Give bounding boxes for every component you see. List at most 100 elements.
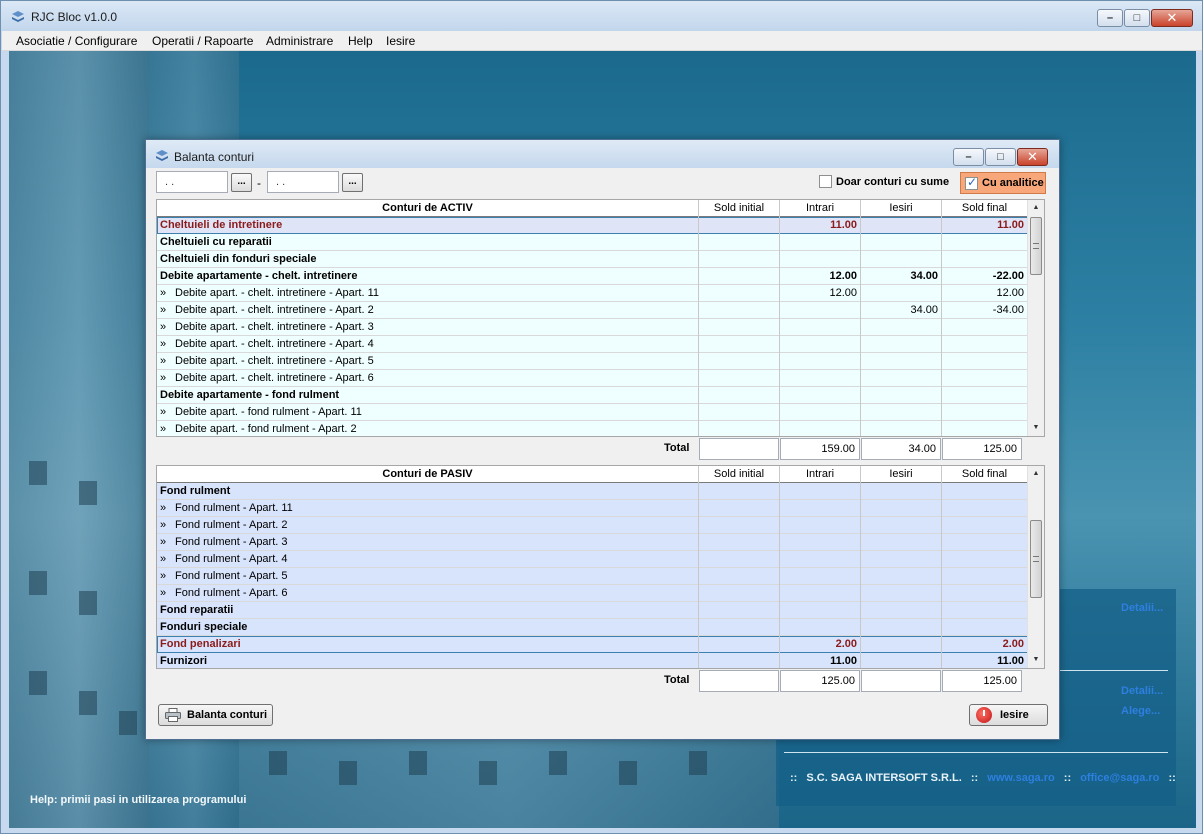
account-name-cell: » Fond rulment - Apart. 4 xyxy=(157,551,699,568)
account-name-cell: » Fond rulment - Apart. 6 xyxy=(157,585,699,602)
sold-initial-cell xyxy=(699,517,780,534)
table-row[interactable]: » Fond rulment - Apart. 2 xyxy=(157,517,1028,534)
close-button[interactable]: ✕ xyxy=(1151,9,1193,27)
table-row[interactable]: » Debite apart. - chelt. intretinere - Ap… xyxy=(157,353,1028,370)
dialog-close-button[interactable]: ✕ xyxy=(1017,148,1048,166)
table-row[interactable]: » Fond rulment - Apart. 3 xyxy=(157,534,1028,551)
activ-scrollbar[interactable]: ▲ ▼ xyxy=(1027,200,1044,436)
intrari-cell: 11.00 xyxy=(780,653,861,668)
account-name-cell: Cheltuieli din fonduri speciale xyxy=(157,251,699,268)
table-row[interactable]: Fonduri speciale xyxy=(157,619,1028,636)
table-row[interactable]: » Debite apart. - chelt. intretinere - Ap… xyxy=(157,319,1028,336)
table-row[interactable]: » Debite apart. - chelt. intretinere - Ap… xyxy=(157,285,1028,302)
close-icon: ✕ xyxy=(1027,149,1038,164)
menu-help[interactable]: Help xyxy=(348,34,373,48)
account-name: Fond rulment - Apart. 4 xyxy=(175,553,288,565)
menu-administrare[interactable]: Administrare xyxy=(266,34,333,48)
intrari-cell xyxy=(780,602,861,619)
date-from-picker-button[interactable]: ... xyxy=(231,173,252,192)
print-balanta-button[interactable]: Balanta conturi xyxy=(158,704,273,726)
sold-initial-cell xyxy=(699,421,780,436)
table-row[interactable]: » Debite apart. - fond rulment - Apart. 2 xyxy=(157,421,1028,436)
column-header[interactable]: Intrari xyxy=(780,466,861,483)
table-row[interactable]: » Debite apart. - fond rulment - Apart. 1… xyxy=(157,404,1028,421)
sold-final-cell: -34.00 xyxy=(942,302,1028,319)
pasiv-scrollbar[interactable]: ▲ ▼ xyxy=(1027,466,1044,668)
sold-final-cell xyxy=(942,602,1028,619)
table-row[interactable]: Debite apartamente - fond rulment xyxy=(157,387,1028,404)
column-header[interactable]: Iesiri xyxy=(861,466,942,483)
amount: 12.00 xyxy=(996,287,1024,299)
checkbox-box[interactable]: ✓ xyxy=(965,175,978,190)
iesiri-cell xyxy=(861,217,942,234)
child-marker-icon: » xyxy=(160,355,167,367)
menu-asociatie[interactable]: Asociatie / Configurare xyxy=(16,34,137,48)
iesiri-cell xyxy=(861,534,942,551)
close-icon: ✕ xyxy=(1166,10,1178,25)
sold-final-cell xyxy=(942,336,1028,353)
table-row[interactable]: » Fond rulment - Apart. 4 xyxy=(157,551,1028,568)
date-to-field[interactable]: . . xyxy=(267,171,339,193)
maximize-button[interactable]: □ xyxy=(1124,9,1150,27)
column-header[interactable]: Sold initial xyxy=(699,466,780,483)
iesiri-cell xyxy=(861,285,942,302)
table-row[interactable]: Debite apartamente - chelt. intretinere 1… xyxy=(157,268,1028,285)
sold-final-cell xyxy=(942,421,1028,436)
doar-conturi-checkbox[interactable]: Doar conturi cu sume xyxy=(819,175,949,188)
menu-operatii[interactable]: Operatii / Rapoarte xyxy=(152,34,253,48)
choose-link[interactable]: Alege... xyxy=(1121,705,1160,717)
account-name: Fond penalizari xyxy=(160,638,241,650)
scroll-down-icon[interactable]: ▼ xyxy=(1028,652,1044,668)
scroll-down-icon[interactable]: ▼ xyxy=(1028,420,1044,436)
sold-initial-cell xyxy=(699,551,780,568)
column-header[interactable]: Iesiri xyxy=(861,200,942,217)
intrari-cell xyxy=(780,534,861,551)
intrari-cell xyxy=(780,585,861,602)
restore-icon: □ xyxy=(997,151,1004,163)
email-link[interactable]: office@saga.ro xyxy=(1080,772,1159,784)
table-row[interactable]: Cheltuieli cu reparatii xyxy=(157,234,1028,251)
table-row[interactable]: Cheltuieli de intretinere 11.00 11.00 xyxy=(157,217,1028,234)
child-marker-icon: » xyxy=(160,338,167,350)
scroll-thumb[interactable] xyxy=(1030,520,1042,598)
minimize-button[interactable]: – xyxy=(1097,9,1123,27)
column-header[interactable]: Conturi de ACTIV xyxy=(157,200,699,217)
table-row[interactable]: » Debite apart. - chelt. intretinere - Ap… xyxy=(157,302,1028,319)
dialog-maximize-button[interactable]: □ xyxy=(985,148,1016,166)
menu-iesire[interactable]: Iesire xyxy=(386,34,415,48)
title-bar: RJC Bloc v1.0.0 – □ ✕ xyxy=(1,1,1202,31)
account-name: Fond rulment xyxy=(160,485,231,497)
table-row[interactable]: » Fond rulment - Apart. 5 xyxy=(157,568,1028,585)
table-row[interactable]: Fond penalizari 2.00 2.00 xyxy=(157,636,1028,653)
website-link[interactable]: www.saga.ro xyxy=(987,772,1054,784)
column-header[interactable]: Sold final xyxy=(942,200,1028,217)
table-row[interactable]: » Debite apart. - chelt. intretinere - Ap… xyxy=(157,336,1028,353)
dialog-minimize-button[interactable]: – xyxy=(953,148,984,166)
table-row[interactable]: Fond reparatii xyxy=(157,602,1028,619)
date-to-picker-button[interactable]: ... xyxy=(342,173,363,192)
table-row[interactable]: Cheltuieli din fonduri speciale xyxy=(157,251,1028,268)
details-link[interactable]: Detalii... xyxy=(1121,685,1163,697)
column-header[interactable]: Conturi de PASIV xyxy=(157,466,699,483)
dialog-window-controls: – □ ✕ xyxy=(953,148,1048,166)
table-row[interactable]: » Fond rulment - Apart. 6 xyxy=(157,585,1028,602)
column-header[interactable]: Intrari xyxy=(780,200,861,217)
table-row[interactable]: Fond rulment xyxy=(157,483,1028,500)
amount: 34.00 xyxy=(910,304,938,316)
details-link[interactable]: Detalii... xyxy=(1121,602,1163,614)
scroll-up-icon[interactable]: ▲ xyxy=(1028,200,1044,216)
scroll-thumb[interactable] xyxy=(1030,217,1042,275)
exit-button[interactable]: Iesire xyxy=(969,704,1048,726)
table-row[interactable]: Furnizori 11.00 11.00 xyxy=(157,653,1028,668)
date-from-field[interactable]: . . xyxy=(156,171,228,193)
scroll-up-icon[interactable]: ▲ xyxy=(1028,466,1044,482)
column-header[interactable]: Sold initial xyxy=(699,200,780,217)
sold-initial-cell xyxy=(699,534,780,551)
child-marker-icon: » xyxy=(160,519,167,531)
help-link[interactable]: Help: primii pasi in utilizarea programu… xyxy=(30,794,246,806)
column-header[interactable]: Sold final xyxy=(942,466,1028,483)
table-row[interactable]: » Fond rulment - Apart. 11 xyxy=(157,500,1028,517)
table-row[interactable]: » Debite apart. - chelt. intretinere - Ap… xyxy=(157,370,1028,387)
checkbox-box[interactable] xyxy=(819,175,832,188)
cu-analitice-checkbox[interactable]: ✓ Cu analitice xyxy=(960,172,1046,194)
